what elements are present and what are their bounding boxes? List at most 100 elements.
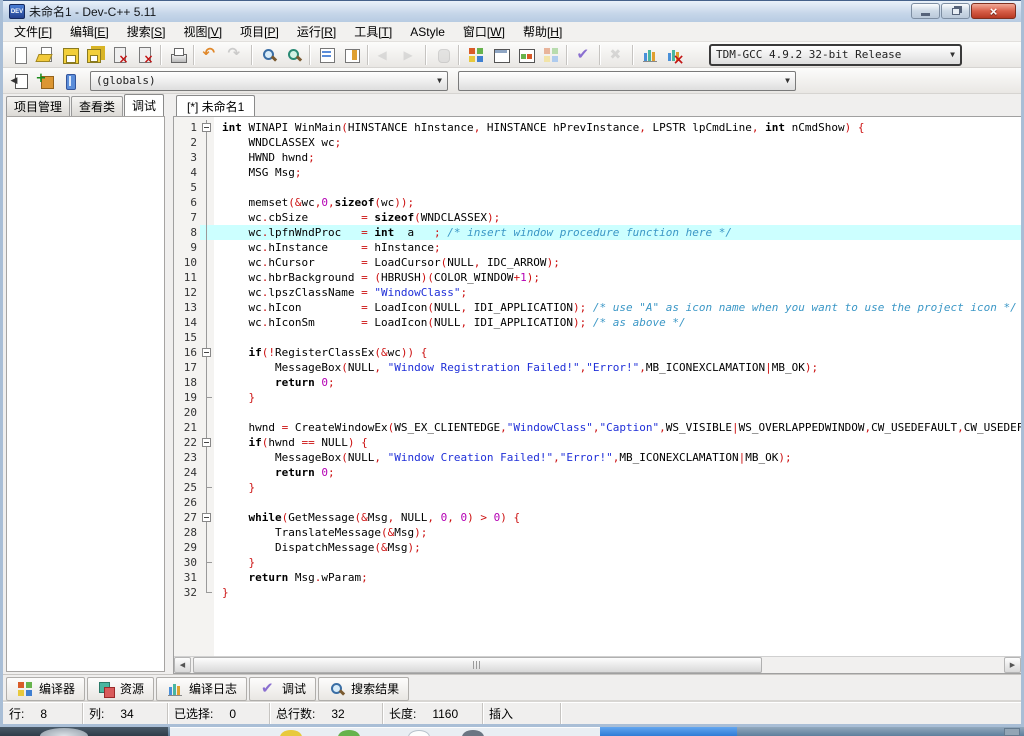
minimize-button[interactable]: [911, 3, 940, 19]
code-line-11[interactable]: 11 wc.hbrBackground = (HBRUSH)(COLOR_WIN…: [174, 270, 1021, 285]
scrollbar-thumb[interactable]: [193, 657, 762, 673]
code-line-22[interactable]: 22 if(hwnd == NULL) {: [174, 435, 1021, 450]
taskbar-icon[interactable]: [408, 730, 430, 736]
code-editor[interactable]: 1int WINAPI WinMain(HINSTANCE hInstance,…: [173, 116, 1021, 674]
compile-button[interactable]: [463, 43, 488, 67]
menu-file[interactable]: 文件[F]: [5, 21, 61, 42]
menu-view[interactable]: 视图[V]: [174, 21, 231, 42]
compile-run-button[interactable]: [513, 43, 538, 67]
window-back-button[interactable]: [7, 69, 32, 93]
code-line-16[interactable]: 16 if(!RegisterClassEx(&wc)) {: [174, 345, 1021, 360]
bottom-tab-compile-log[interactable]: 编译日志: [156, 677, 247, 701]
globals-select[interactable]: (globals) ▼: [90, 71, 448, 91]
code-line-31[interactable]: 31 return Msg.wParam;: [174, 570, 1021, 585]
profile-button[interactable]: [637, 43, 662, 67]
code-line-32[interactable]: 32}: [174, 585, 1021, 600]
delete-profiling-button[interactable]: [662, 43, 687, 67]
code-line-2[interactable]: 2 WNDCLASSEX wc;: [174, 135, 1021, 150]
find-button[interactable]: [256, 43, 281, 67]
fold-gutter[interactable]: [200, 435, 214, 450]
open-file-button[interactable]: [32, 43, 57, 67]
run-button[interactable]: [488, 43, 513, 67]
bottom-tab-compiler[interactable]: 编译器: [6, 677, 85, 701]
code-line-26[interactable]: 26: [174, 495, 1021, 510]
code-line-10[interactable]: 10 wc.hCursor = LoadCursor(NULL, IDC_ARR…: [174, 255, 1021, 270]
menu-search[interactable]: 搜索[S]: [118, 21, 175, 42]
code-line-24[interactable]: 24 return 0;: [174, 465, 1021, 480]
code-line-21[interactable]: 21 hwnd = CreateWindowEx(WS_EX_CLIENTEDG…: [174, 420, 1021, 435]
code-line-13[interactable]: 13 wc.hIcon = LoadIcon(NULL, IDI_APPLICA…: [174, 300, 1021, 315]
menu-edit[interactable]: 编辑[E]: [61, 21, 118, 42]
code-line-27[interactable]: 27 while(GetMessage(&Msg, NULL, 0, 0) > …: [174, 510, 1021, 525]
taskbar-item-active[interactable]: [600, 727, 737, 736]
code-line-29[interactable]: 29 DispatchMessage(&Msg);: [174, 540, 1021, 555]
menu-project[interactable]: 项目[P]: [231, 21, 288, 42]
close-file-button[interactable]: [107, 43, 132, 67]
add-item-button[interactable]: [32, 69, 57, 93]
code-line-18[interactable]: 18 return 0;: [174, 375, 1021, 390]
restore-button[interactable]: [941, 3, 970, 19]
left-tab-project[interactable]: 项目管理: [6, 96, 70, 116]
close-all-button[interactable]: [132, 43, 157, 67]
fold-collapse-icon[interactable]: [202, 348, 211, 357]
fold-gutter[interactable]: [200, 510, 214, 525]
code-line-3[interactable]: 3 HWND hwnd;: [174, 150, 1021, 165]
code-line-9[interactable]: 9 wc.hInstance = hInstance;: [174, 240, 1021, 255]
members-select[interactable]: ▼: [458, 71, 796, 91]
code-line-12[interactable]: 12 wc.lpszClassName = "WindowClass";: [174, 285, 1021, 300]
fold-collapse-icon[interactable]: [202, 513, 211, 522]
horizontal-scrollbar[interactable]: ◀ ▶: [174, 656, 1021, 673]
taskbar-item[interactable]: [170, 727, 600, 736]
editor-tab-unnamed1[interactable]: [*] 未命名1: [176, 95, 255, 116]
code-line-17[interactable]: 17 MessageBox(NULL, "Window Registration…: [174, 360, 1021, 375]
code-line-14[interactable]: 14 wc.hIconSm = LoadIcon(NULL, IDI_APPLI…: [174, 315, 1021, 330]
bottom-tab-search-results[interactable]: 搜索结果: [318, 677, 409, 701]
swap-pane-button[interactable]: [339, 43, 364, 67]
menu-run[interactable]: 运行[R]: [288, 21, 345, 42]
code-line-15[interactable]: 15: [174, 330, 1021, 345]
fold-collapse-icon[interactable]: [202, 438, 211, 447]
left-tab-classes[interactable]: 查看类: [71, 96, 123, 116]
fold-gutter[interactable]: [200, 345, 214, 360]
menu-tools[interactable]: 工具[T]: [345, 21, 401, 42]
code-line-7[interactable]: 7 wc.cbSize = sizeof(WNDCLASSEX);: [174, 210, 1021, 225]
close-button[interactable]: ×: [971, 3, 1016, 19]
menu-astyle[interactable]: AStyle: [401, 23, 454, 41]
code-line-4[interactable]: 4 MSG Msg;: [174, 165, 1021, 180]
taskbar-icon[interactable]: [462, 730, 484, 736]
left-tab-debug[interactable]: 调试: [124, 94, 164, 116]
blue-pane-button[interactable]: [57, 69, 82, 93]
rebuild-button[interactable]: [538, 43, 563, 67]
undo-button[interactable]: [198, 43, 223, 67]
save-all-button[interactable]: [82, 43, 107, 67]
bottom-tab-resource[interactable]: 资源: [87, 677, 154, 701]
fold-gutter[interactable]: [200, 120, 214, 135]
code-line-30[interactable]: 30 }: [174, 555, 1021, 570]
code-line-23[interactable]: 23 MessageBox(NULL, "Window Creation Fai…: [174, 450, 1021, 465]
code-line-1[interactable]: 1int WINAPI WinMain(HINSTANCE hInstance,…: [174, 120, 1021, 135]
scrollbar-track[interactable]: [191, 657, 1004, 673]
show-desktop-button[interactable]: [1004, 728, 1020, 736]
save-button[interactable]: [57, 43, 82, 67]
scroll-right-arrow[interactable]: ▶: [1004, 657, 1021, 673]
code-line-5[interactable]: 5: [174, 180, 1021, 195]
scroll-left-arrow[interactable]: ◀: [174, 657, 191, 673]
taskbar-icon[interactable]: [338, 730, 360, 736]
code-line-6[interactable]: 6 memset(&wc,0,sizeof(wc));: [174, 195, 1021, 210]
menu-help[interactable]: 帮助[H]: [514, 21, 571, 42]
replace-button[interactable]: [281, 43, 306, 67]
bottom-tab-debug[interactable]: 调试: [249, 677, 316, 701]
new-file-button[interactable]: [7, 43, 32, 67]
goto-line-button[interactable]: [314, 43, 339, 67]
syntax-check-button[interactable]: [571, 43, 596, 67]
menu-window[interactable]: 窗口[W]: [454, 21, 514, 42]
print-button[interactable]: [165, 43, 190, 67]
code-line-25[interactable]: 25 }: [174, 480, 1021, 495]
code-line-28[interactable]: 28 TranslateMessage(&Msg);: [174, 525, 1021, 540]
code-line-19[interactable]: 19 }: [174, 390, 1021, 405]
code-line-8[interactable]: 8 wc.lpfnWndProc = int a ; /* insert win…: [174, 225, 1021, 240]
compiler-select[interactable]: TDM-GCC 4.9.2 32-bit Release ▼: [709, 44, 962, 66]
code-line-20[interactable]: 20: [174, 405, 1021, 420]
fold-collapse-icon[interactable]: [202, 123, 211, 132]
taskbar-icon[interactable]: [280, 730, 302, 736]
